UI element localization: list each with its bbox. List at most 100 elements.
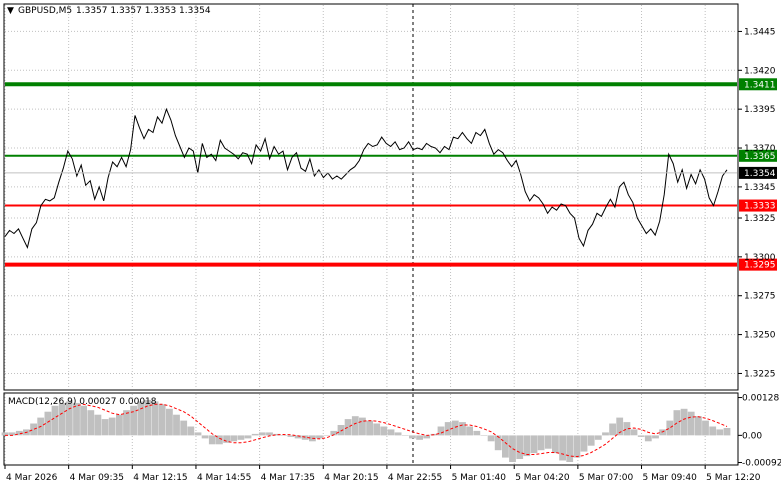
macd-bar [394, 432, 402, 436]
macd-bar [494, 435, 502, 451]
macd-bar [344, 419, 352, 436]
macd-bar [630, 429, 638, 436]
price-pane-frame [3, 3, 739, 391]
macd-bar [323, 435, 331, 436]
macd-bar [123, 410, 130, 436]
x-tick-label: 5 Mar 09:40 [643, 473, 698, 483]
x-tick-label: 4 Mar 20:15 [324, 473, 378, 483]
macd-bar [609, 423, 616, 436]
macd-bar [644, 435, 652, 442]
x-tick-label: 5 Mar 07:00 [579, 473, 634, 483]
y-tick-label: 1.3445 [744, 27, 776, 37]
y-tick-label: 1.3275 [744, 292, 776, 302]
macd-bar [258, 432, 266, 436]
macd-bar [51, 405, 59, 436]
macd-bar [194, 432, 202, 436]
macd-bar [523, 435, 531, 457]
macd-bar [580, 435, 588, 452]
macd-bar [473, 430, 481, 436]
macd-bar [130, 405, 137, 436]
macd-bar [208, 435, 216, 445]
macd-bar [487, 435, 495, 442]
macd-bar [237, 435, 245, 440]
macd-bar [180, 420, 188, 436]
y-tick-label: 1.3250 [744, 331, 776, 341]
price-levels: 1.34111.33651.33331.3295 [5, 78, 777, 271]
x-tick-label: 4 Mar 12:15 [133, 473, 187, 483]
macd-bar [680, 408, 688, 436]
x-tick-label: 4 Mar 09:35 [70, 473, 124, 483]
macd-axis: 0.00128 0.00 -0.00092 [738, 394, 781, 469]
macd-bar [466, 426, 473, 436]
macd-bar [594, 435, 602, 440]
macd-bar [516, 435, 524, 459]
macd-bar [230, 435, 238, 442]
chart-menu-triangle-icon[interactable]: ▼ [7, 6, 14, 16]
macd-bar [158, 404, 166, 436]
macd-bar [101, 419, 109, 436]
macd-bar [637, 435, 645, 437]
macd-bar [716, 429, 724, 436]
level-label: 1.3333 [744, 202, 776, 212]
vertical-grid [4, 5, 706, 464]
macd-bar [108, 417, 116, 436]
macd-bar [537, 435, 545, 451]
macd-bar [544, 435, 552, 449]
macd-bar [380, 426, 388, 436]
macd-bar [666, 420, 674, 436]
macd-bar [366, 420, 373, 436]
y-tick-label: 1.3420 [744, 66, 776, 76]
macd-bar [401, 435, 409, 436]
x-tick-label: 5 Mar 12:20 [706, 473, 761, 483]
macd-bar [94, 414, 102, 436]
macd-bar [587, 435, 595, 446]
time-axis: 4 Mar 2026 4 Mar 09:35 4 Mar 12:15 4 Mar 14… [4, 465, 761, 483]
macd-bar [266, 432, 273, 436]
macd-bar [58, 402, 66, 436]
macd-bar [373, 423, 381, 436]
macd-bar [652, 435, 659, 439]
macd-bar [695, 416, 702, 436]
macd-bar [244, 435, 252, 439]
macd-bar [30, 423, 37, 436]
macd-y-tick-label: 0.00 [742, 431, 762, 441]
x-tick-label: 5 Mar 01:40 [452, 473, 507, 483]
macd-bar [566, 435, 574, 462]
macd-bar [73, 402, 80, 436]
x-tick-label: 5 Mar 04:20 [515, 473, 570, 483]
macd-bar [552, 435, 559, 454]
macd-bar [416, 435, 423, 440]
symbol-label: GBPUSD,M5 [18, 6, 72, 16]
macd-bar [251, 433, 259, 436]
macd-bar [87, 410, 95, 436]
macd-bar [187, 426, 195, 436]
macd-indicator [1, 399, 731, 462]
macd-bar [173, 414, 180, 436]
macd-bar [687, 411, 695, 436]
y-tick-label: 1.3300 [744, 253, 776, 263]
macd-bar [351, 416, 359, 436]
macd-bar [573, 435, 581, 458]
macd-bar [316, 435, 323, 439]
macd-y-tick-label: 0.00128 [742, 394, 779, 404]
x-tick-label: 4 Mar 22:55 [388, 473, 442, 483]
price-series: 1.3354 [4, 107, 777, 249]
level-label: 1.3411 [744, 80, 776, 90]
price-line [4, 107, 728, 249]
ohlc-label: 1.3357 1.3357 1.3353 1.3354 [76, 6, 211, 16]
macd-bar [409, 435, 416, 439]
macd-bar [709, 426, 717, 436]
trading-chart[interactable]: 1.34111.33651.33331.3295 1.3354 1.3445 1.… [0, 0, 781, 489]
macd-bar [559, 435, 566, 461]
current-price-label: 1.3354 [744, 169, 776, 179]
macd-bar [723, 428, 731, 436]
macd-bar [459, 422, 466, 436]
y-tick-label: 1.3395 [744, 105, 776, 115]
x-tick-label: 4 Mar 17:35 [261, 473, 315, 483]
x-tick-label: 4 Mar 2026 [6, 473, 58, 483]
macd-bar [201, 435, 209, 439]
macd-bar [359, 417, 366, 436]
macd-bar [280, 435, 288, 436]
macd-label: MACD(12,26,9) 0.00027 0.00018 [8, 397, 157, 407]
macd-bar [116, 414, 123, 436]
